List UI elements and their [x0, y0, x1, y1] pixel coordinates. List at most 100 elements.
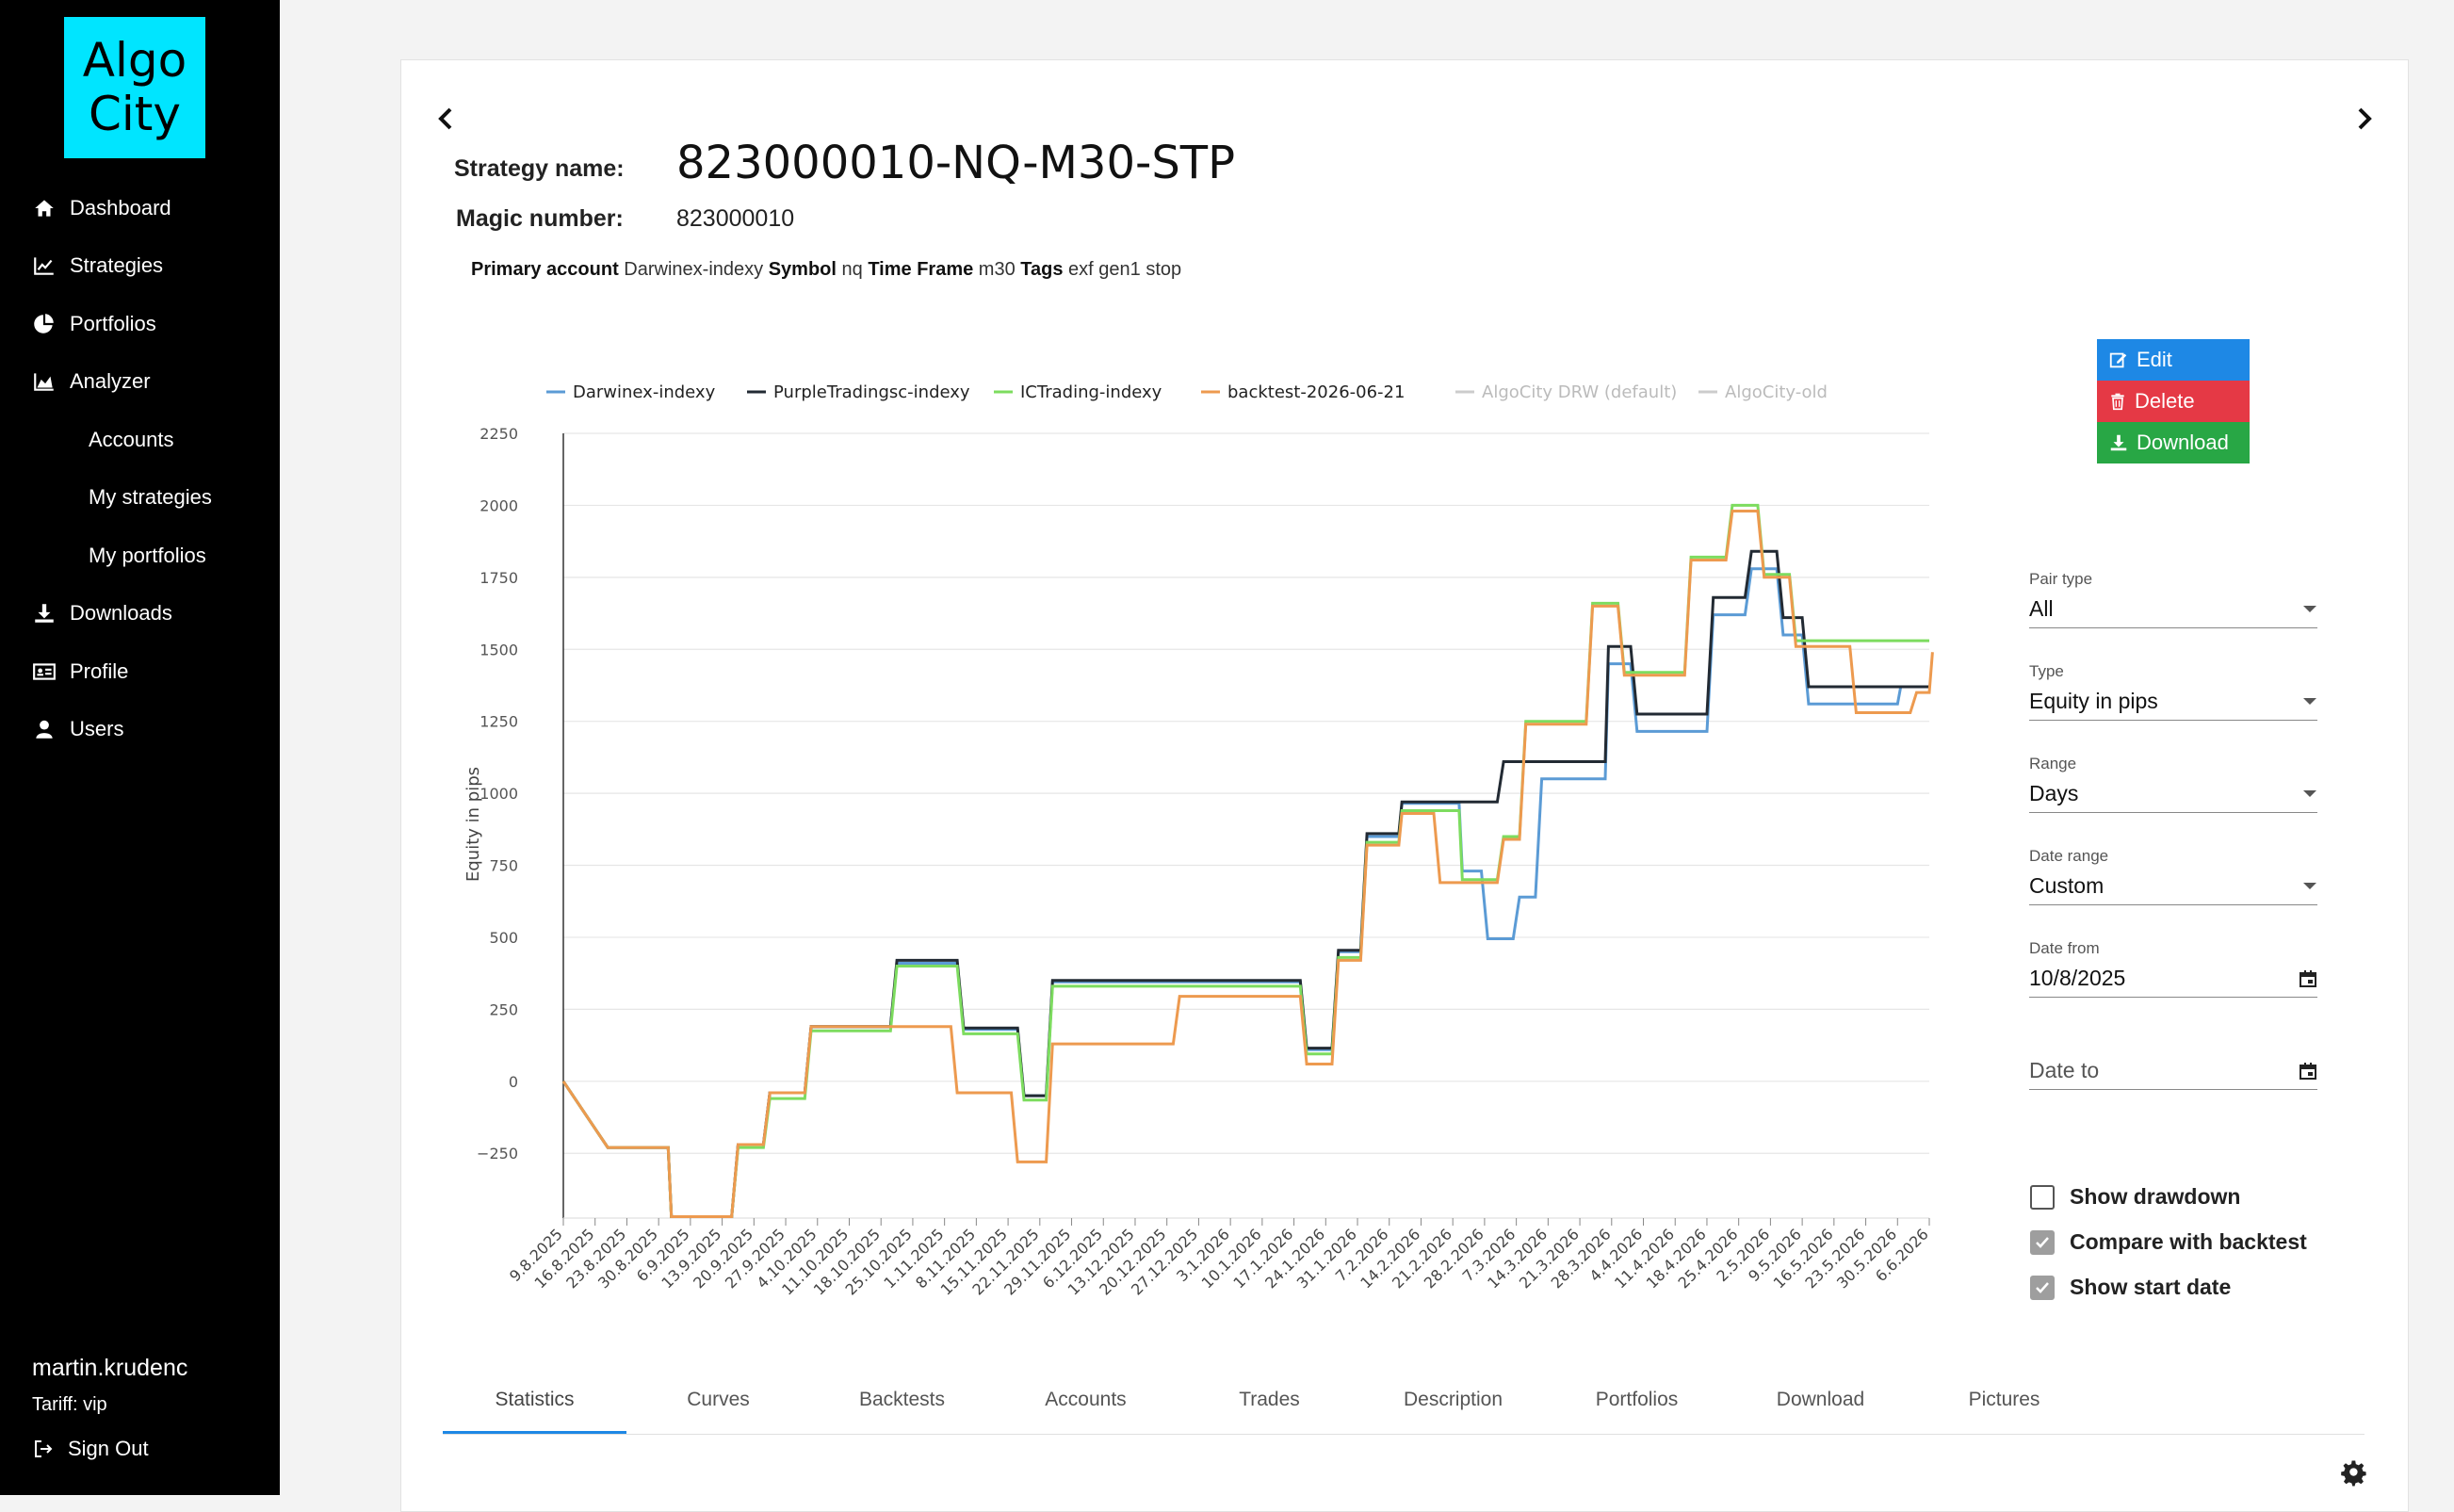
tab-download[interactable]: Download [1729, 1375, 1912, 1434]
pair-type-select[interactable]: Pair type All [2029, 570, 2317, 628]
type-label: Type [2029, 662, 2064, 680]
show-start-date-checkbox[interactable]: Show start date [2030, 1275, 2231, 1300]
algocity-logo[interactable]: Algo City [64, 17, 205, 158]
date-to-input[interactable]: Date to [2029, 1032, 2317, 1090]
sidebar-item-strategies[interactable]: Strategies [0, 242, 163, 289]
magic-number-label: Magic number: [456, 205, 624, 232]
strategy-name: 823000010-NQ-M30-STP [676, 137, 1236, 189]
download-label: Download [2137, 431, 2229, 454]
y-tick-label: 500 [489, 929, 518, 947]
edit-icon [2109, 352, 2127, 368]
legend-item[interactable]: AlgoCity DRW (default) [1455, 382, 1677, 402]
sidebar-item-label: Users [70, 717, 124, 740]
y-tick-label: 1000 [479, 785, 518, 803]
date-to-placeholder: Date to [2029, 1058, 2100, 1082]
check-icon [2036, 1236, 2049, 1248]
line-chart-icon [34, 257, 54, 275]
timeframe-label: Time Frame [868, 259, 974, 280]
sidebar-item-label: Downloads [70, 601, 172, 625]
y-axis-label: Equity in pips [463, 767, 483, 882]
sidebar-item-accounts[interactable]: Accounts [89, 416, 174, 463]
show-start-date-label: Show start date [2070, 1275, 2232, 1299]
legend-item[interactable]: PurpleTradingsc-indexy [747, 382, 970, 402]
edit-button[interactable]: Edit [2097, 339, 2250, 381]
gear-icon[interactable] [2340, 1460, 2368, 1488]
sidebar-item-label: Strategies [70, 253, 164, 277]
sidebar-item-profile[interactable]: Profile [0, 648, 128, 695]
delete-button[interactable]: Delete [2097, 381, 2250, 422]
sidebar-item-portfolios[interactable]: Portfolios [0, 301, 156, 348]
checkbox-box[interactable] [2030, 1275, 2055, 1300]
sidebar-item-analyzer[interactable]: Analyzer [0, 358, 151, 405]
strategy-meta: Primary account Darwinex-indexy Symbol n… [471, 259, 1181, 281]
tags-value: exf gen1 stop [1068, 259, 1182, 280]
checkbox-box[interactable] [2030, 1184, 2055, 1210]
sidebar-item-users[interactable]: Users [0, 706, 123, 753]
y-tick-label: 1500 [479, 641, 518, 658]
tab-description[interactable]: Description [1361, 1375, 1545, 1434]
checkbox-box[interactable] [2030, 1229, 2055, 1255]
legend-item[interactable]: backtest-2026-06-21 [1201, 382, 1405, 402]
caret-down-icon [2303, 789, 2316, 797]
download-icon [35, 604, 54, 623]
check-icon [2036, 1281, 2049, 1293]
legend-item[interactable]: ICTrading-indexy [994, 382, 1162, 402]
chevron-left-icon[interactable] [431, 102, 460, 136]
y-tick-label: 2250 [479, 425, 518, 443]
home-icon [35, 200, 54, 217]
date-from-value: 10/8/2025 [2029, 966, 2126, 990]
calendar-icon[interactable] [2299, 969, 2317, 988]
legend-label: backtest-2026-06-21 [1227, 382, 1405, 402]
sidebar-item-downloads[interactable]: Downloads [0, 590, 172, 637]
legend-label: AlgoCity DRW (default) [1482, 382, 1677, 402]
tab-portfolios[interactable]: Portfolios [1545, 1375, 1729, 1434]
chart-legend: Darwinex-indexy PurpleTradingsc-indexy ICT… [546, 382, 1828, 402]
chart-series [561, 503, 1934, 1218]
equity-chart: Darwinex-indexy PurpleTradingsc-indexy ICT… [463, 382, 1934, 1299]
y-tick-label: −250 [477, 1145, 518, 1162]
y-tick-label: 750 [489, 857, 518, 875]
compare-backtest-checkbox[interactable]: Compare with backtest [2030, 1229, 2307, 1255]
date-from-input[interactable]: Date from 10/8/2025 [2029, 939, 2317, 998]
sidebar-item-label: Analyzer [70, 369, 151, 393]
symbol-label: Symbol [768, 259, 837, 280]
tab-statistics[interactable]: Statistics [443, 1375, 626, 1434]
symbol-value: nq [841, 259, 863, 280]
tab-accounts[interactable]: Accounts [994, 1375, 1178, 1434]
magic-number: 823000010 [676, 205, 795, 232]
tab-trades[interactable]: Trades [1178, 1375, 1361, 1434]
tags-label: Tags [1020, 259, 1064, 280]
legend-item[interactable]: AlgoCity-old [1698, 382, 1828, 402]
tab-backtests[interactable]: Backtests [810, 1375, 994, 1434]
chevron-right-icon[interactable] [2350, 102, 2379, 136]
type-select[interactable]: Type Equity in pips [2029, 662, 2317, 721]
sign-out-link[interactable]: Sign Out [32, 1437, 149, 1461]
legend-item[interactable]: Darwinex-indexy [546, 382, 716, 402]
sidebar-item-my-strategies[interactable]: My strategies [89, 474, 212, 521]
pair-type-value: All [2029, 596, 2054, 621]
sidebar-item-label: My strategies [89, 485, 212, 509]
calendar-icon[interactable] [2299, 1062, 2317, 1081]
range-select[interactable]: Range Days [2029, 755, 2317, 813]
tab-curves[interactable]: Curves [626, 1375, 810, 1434]
sidebar-item-my-portfolios[interactable]: My portfolios [89, 532, 206, 579]
timeframe-value: m30 [978, 259, 1016, 280]
caret-down-icon [2303, 697, 2316, 705]
sidebar-item-label: Profile [70, 659, 129, 683]
date-range-label: Date range [2029, 847, 2109, 865]
strategy-name-label: Strategy name: [454, 155, 625, 182]
sidebar-item-label: My portfolios [89, 544, 206, 567]
show-drawdown-checkbox[interactable]: Show drawdown [2030, 1184, 2240, 1210]
sidebar-item-dashboard[interactable]: Dashboard [0, 185, 171, 232]
sidebar-item-label: Portfolios [70, 312, 156, 335]
range-label: Range [2029, 755, 2077, 772]
date-range-select[interactable]: Date range Custom [2029, 847, 2317, 905]
tab-pictures[interactable]: Pictures [1912, 1375, 2096, 1434]
type-value: Equity in pips [2029, 689, 2158, 713]
trash-icon [2111, 393, 2124, 411]
y-tick-label: 0 [509, 1073, 518, 1091]
id-card-icon [33, 663, 56, 680]
download-icon [2110, 434, 2127, 451]
download-button[interactable]: Download [2097, 422, 2250, 463]
user-icon [36, 720, 53, 739]
